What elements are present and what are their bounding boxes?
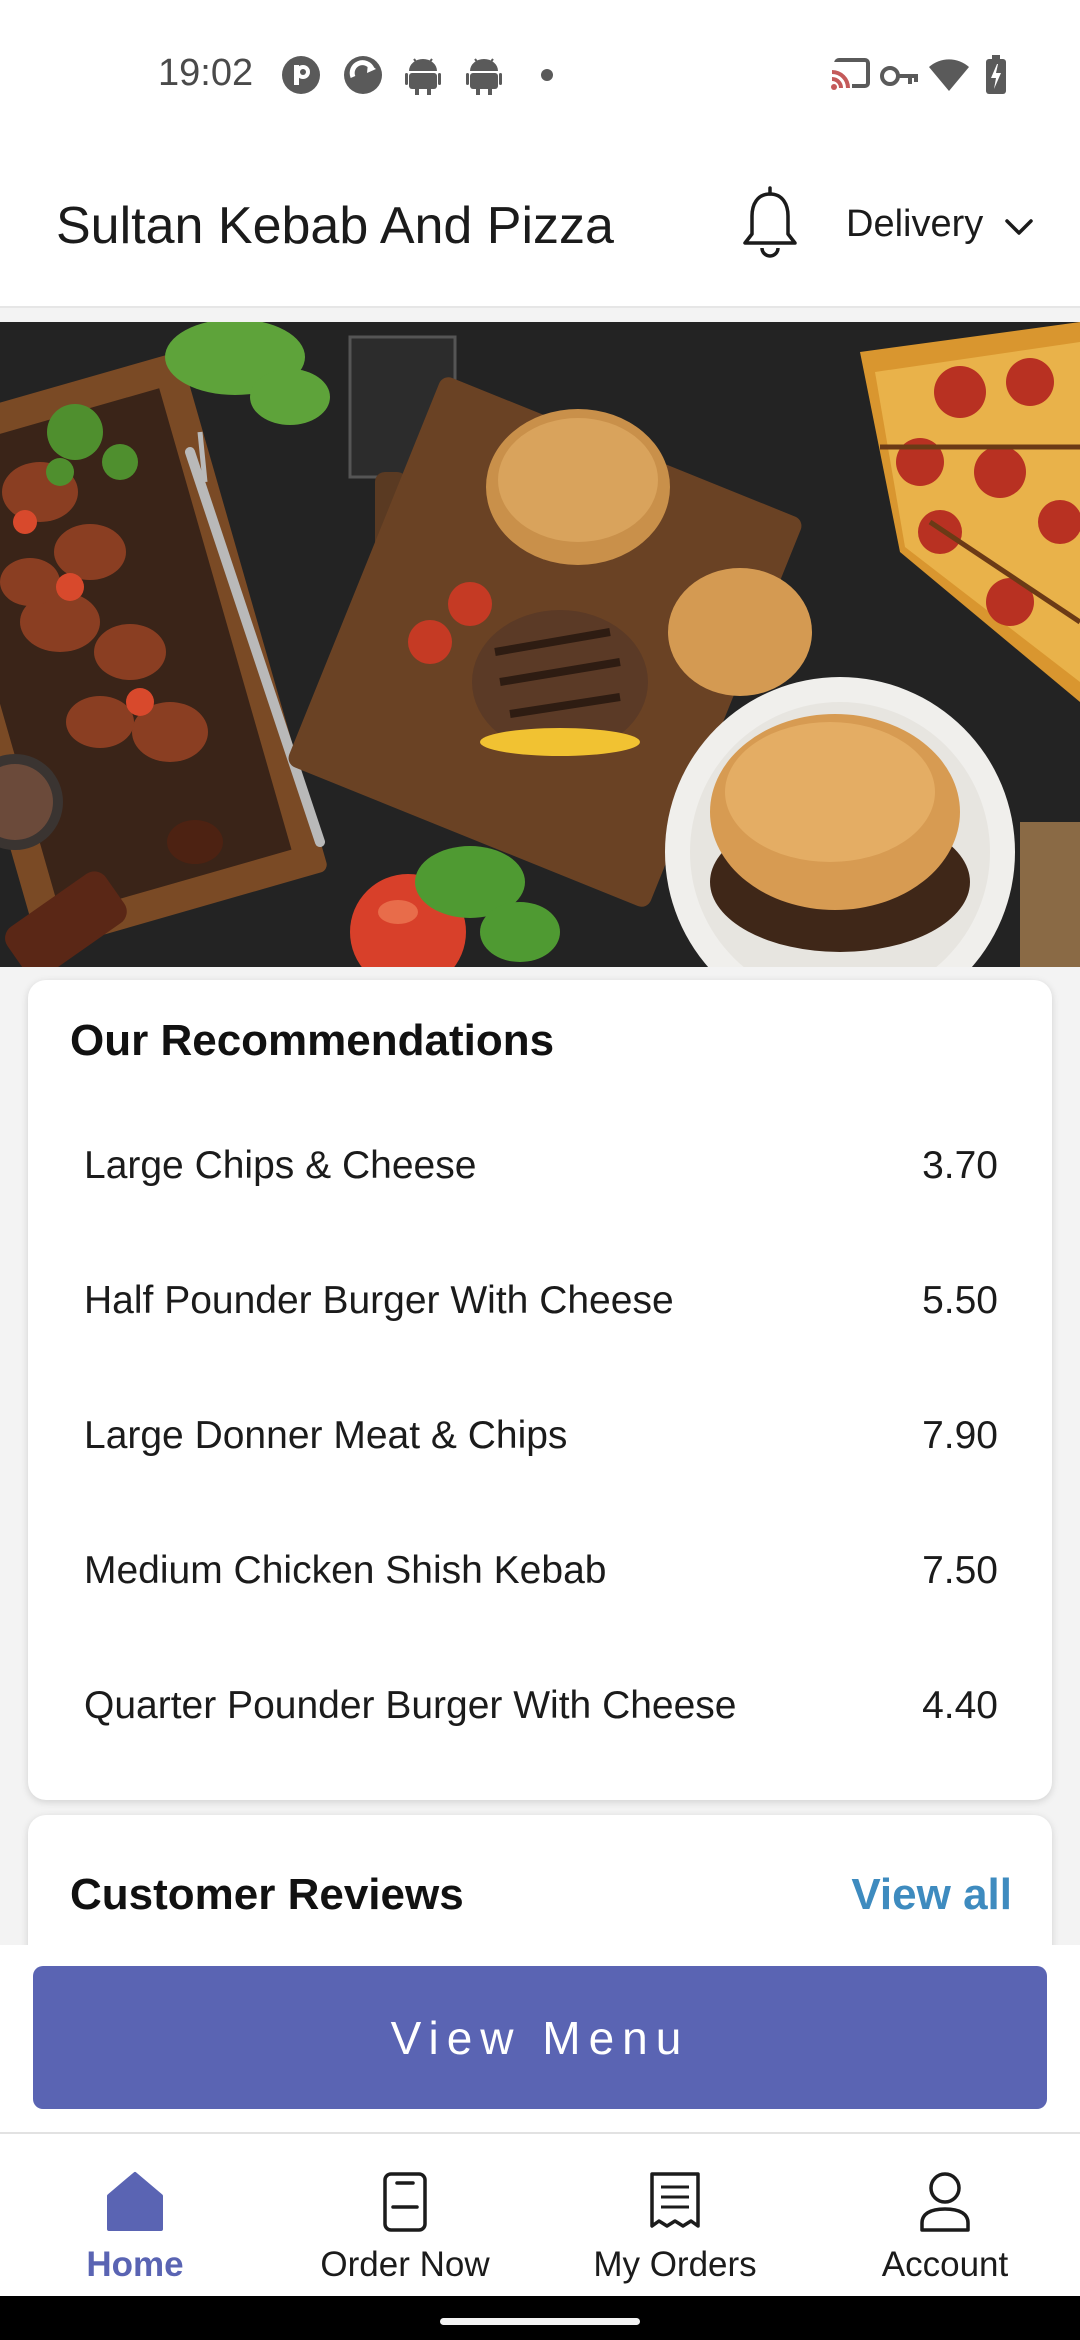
recommendation-item[interactable]: Quarter Pounder Burger With Cheese 4.40 — [28, 1638, 1052, 1773]
nav-label-home: Home — [86, 2245, 184, 2284]
nav-item-home[interactable]: Home — [0, 2134, 270, 2296]
recommendation-item[interactable]: Large Donner Meat & Chips 7.90 — [28, 1368, 1052, 1503]
item-name: Large Donner Meat & Chips — [84, 1413, 568, 1457]
recommendation-item[interactable]: Half Pounder Burger With Cheese 5.50 — [28, 1233, 1052, 1368]
nav-item-my-orders[interactable]: My Orders — [540, 2134, 810, 2296]
item-price: 4.40 — [922, 1683, 998, 1727]
cast-icon — [830, 58, 870, 92]
notifications-bell-icon[interactable] — [740, 186, 800, 267]
action-area: View Menu — [0, 1945, 1080, 2132]
status-bar: 19:02 — [0, 0, 1080, 150]
system-navigation-bar — [0, 2296, 1080, 2340]
chevron-down-icon — [1005, 203, 1033, 246]
nav-item-account[interactable]: Account — [810, 2134, 1080, 2296]
item-price: 7.50 — [922, 1548, 998, 1592]
status-time: 19:02 — [158, 52, 254, 94]
recommendations-card: Our Recommendations Large Chips & Cheese… — [28, 980, 1052, 1800]
recommendations-title: Our Recommendations — [70, 1016, 555, 1065]
item-name: Half Pounder Burger With Cheese — [84, 1278, 674, 1322]
view-menu-button[interactable]: View Menu — [33, 1966, 1047, 2109]
item-name: Quarter Pounder Burger With Cheese — [84, 1683, 737, 1727]
account-icon — [919, 2171, 971, 2235]
app-notification-icon — [281, 55, 321, 95]
home-icon — [105, 2171, 165, 2235]
item-price: 7.90 — [922, 1413, 998, 1457]
nav-label-order-now: Order Now — [320, 2245, 490, 2284]
item-price: 3.70 — [922, 1143, 998, 1187]
bottom-navigation: Home Order Now My Orders Account — [0, 2132, 1080, 2296]
item-price: 5.50 — [922, 1278, 998, 1322]
app-header: Sultan Kebab And Pizza Delivery — [0, 150, 1080, 308]
receipt-icon — [649, 2171, 701, 2235]
delivery-mode-dropdown[interactable]: Delivery — [846, 194, 1033, 254]
store-name: Sultan Kebab And Pizza — [56, 197, 614, 255]
more-notifications-dot-icon — [540, 68, 554, 82]
nav-label-my-orders: My Orders — [593, 2245, 757, 2284]
android-icon — [405, 55, 441, 95]
item-name: Medium Chicken Shish Kebab — [84, 1548, 607, 1592]
hero-food-image — [0, 322, 1080, 967]
nav-item-order-now[interactable]: Order Now — [270, 2134, 540, 2296]
home-gesture-handle[interactable] — [440, 2318, 640, 2325]
wifi-icon — [928, 58, 970, 92]
customer-reviews-title: Customer Reviews — [70, 1870, 464, 1919]
recommendation-item[interactable]: Medium Chicken Shish Kebab 7.50 — [28, 1503, 1052, 1638]
android-icon — [466, 55, 502, 95]
item-name: Large Chips & Cheese — [84, 1143, 477, 1187]
vpn-key-icon — [880, 62, 920, 90]
sync-notification-icon — [342, 55, 384, 95]
recommendations-list: Large Chips & Cheese 3.70 Half Pounder B… — [28, 1098, 1052, 1773]
battery-charging-icon — [985, 55, 1007, 95]
recommendation-item[interactable]: Large Chips & Cheese 3.70 — [28, 1098, 1052, 1233]
delivery-mode-label: Delivery — [846, 202, 984, 245]
nav-label-account: Account — [881, 2245, 1009, 2284]
order-now-icon — [382, 2171, 428, 2235]
view-all-reviews-link[interactable]: View all — [851, 1870, 1012, 1920]
